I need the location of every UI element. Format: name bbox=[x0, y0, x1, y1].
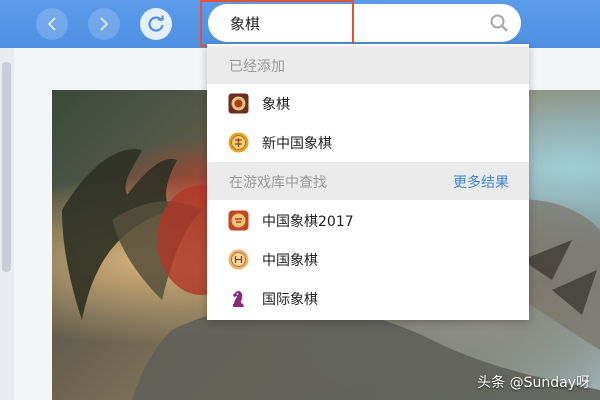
refresh-button[interactable] bbox=[140, 8, 172, 40]
chevron-right-icon bbox=[100, 17, 109, 31]
side-scrollbar bbox=[0, 48, 14, 400]
zhongguo-xiangqi-2017-app-icon bbox=[228, 210, 249, 231]
search-box[interactable] bbox=[208, 4, 521, 42]
zhongguo-xiangqi-app-icon bbox=[228, 249, 249, 270]
search-icon bbox=[490, 14, 508, 32]
suggestion-item-guoji-xiangqi[interactable]: 国际象棋 bbox=[207, 279, 529, 318]
suggestion-label: 新中国象棋 bbox=[262, 136, 332, 152]
library-section-title: 在游戏库中查找 bbox=[229, 175, 327, 191]
search-suggestions-dropdown: 已经添加 象棋 新中国象棋 在游戏库中查找 更多结果 中国象棋2017 中国象棋… bbox=[207, 44, 529, 320]
library-section-header: 在游戏库中查找 更多结果 bbox=[207, 162, 529, 200]
suggestion-label: 中国象棋2017 bbox=[262, 214, 354, 230]
chevron-left-icon bbox=[47, 17, 56, 31]
xin-zhongguo-xiangqi-app-icon bbox=[228, 132, 249, 153]
search-input[interactable] bbox=[230, 4, 470, 42]
watermark: 头条 @Sunday呀 bbox=[477, 375, 590, 391]
forward-button[interactable] bbox=[88, 8, 120, 40]
added-section-title: 已经添加 bbox=[229, 59, 285, 75]
xiangqi-app-icon bbox=[228, 93, 249, 114]
suggestion-label: 中国象棋 bbox=[262, 253, 318, 269]
suggestion-label: 国际象棋 bbox=[262, 292, 318, 308]
chess-knight-app-icon bbox=[233, 290, 244, 307]
top-bar bbox=[0, 0, 600, 48]
added-section-header: 已经添加 bbox=[207, 46, 529, 84]
suggestion-item-zhongguo-xiangqi-2017[interactable]: 中国象棋2017 bbox=[207, 201, 529, 240]
suggestion-label: 象棋 bbox=[262, 97, 290, 113]
more-results-link[interactable]: 更多结果 bbox=[453, 172, 509, 192]
search-button[interactable] bbox=[489, 13, 509, 33]
suggestion-item-xin-zhongguo-xiangqi[interactable]: 新中国象棋 bbox=[207, 123, 529, 162]
refresh-icon bbox=[148, 15, 164, 32]
suggestion-item-zhongguo-xiangqi[interactable]: 中国象棋 bbox=[207, 240, 529, 279]
scrollbar-thumb[interactable] bbox=[2, 62, 11, 272]
suggestion-item-xiangqi[interactable]: 象棋 bbox=[207, 84, 529, 123]
back-button[interactable] bbox=[36, 8, 68, 40]
